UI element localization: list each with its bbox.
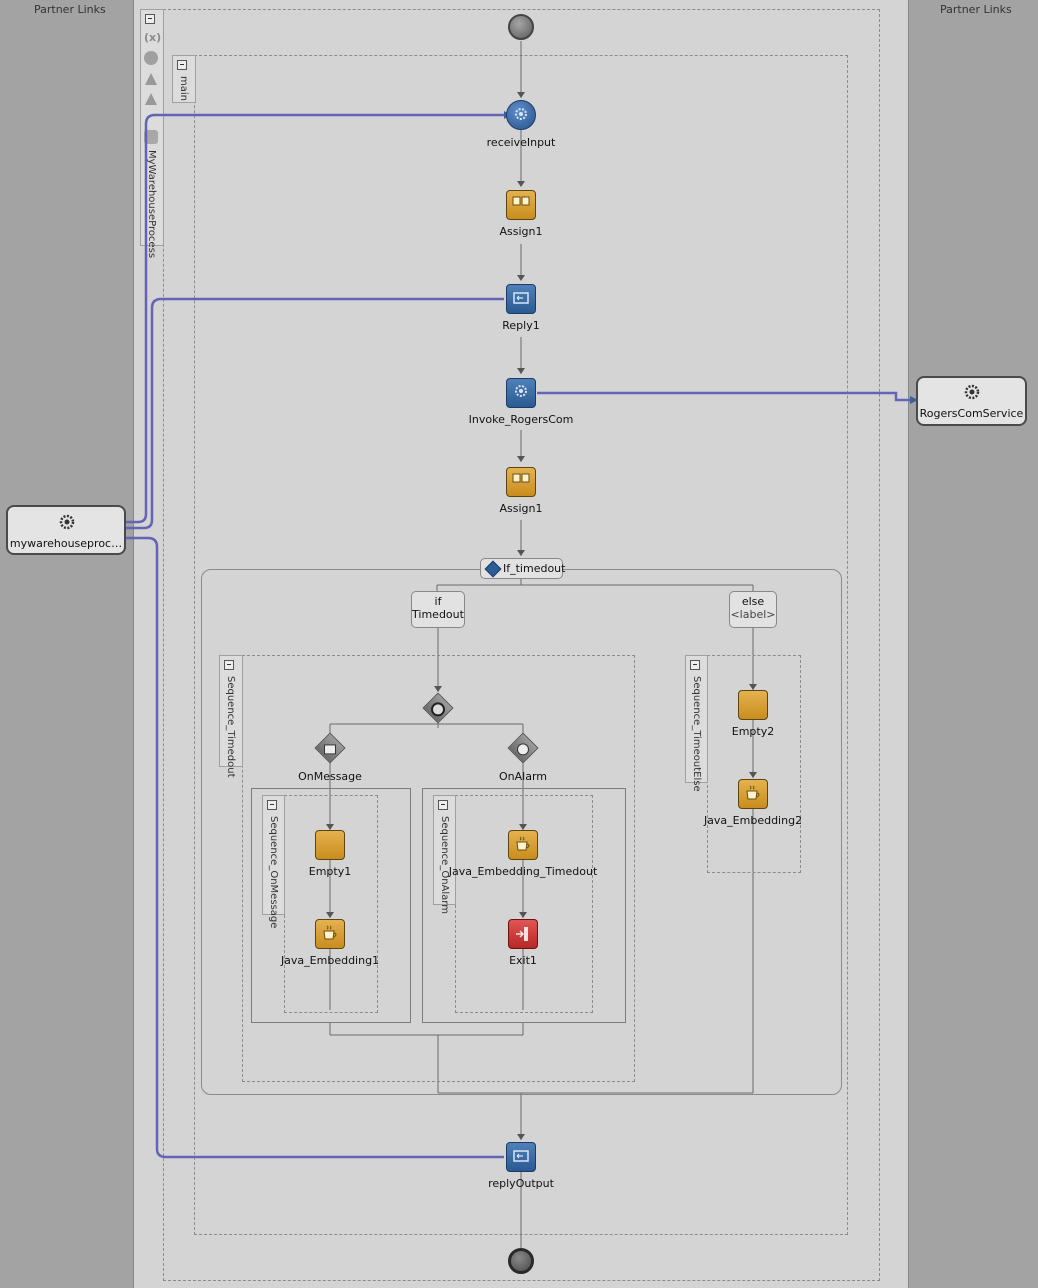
reply-icon	[513, 292, 529, 304]
java-cup-icon	[516, 836, 530, 851]
assign1-activity[interactable]	[506, 190, 536, 220]
exit-icon	[516, 927, 528, 941]
variables-icon[interactable]: (x)	[144, 31, 161, 45]
gear-icon	[964, 384, 980, 400]
mywarehouse-partner-link[interactable]: mywarehouseproc…	[6, 505, 126, 555]
if-branch[interactable]: if Timedout	[411, 591, 465, 628]
collapse-icon[interactable]	[177, 60, 187, 70]
correlation-icon[interactable]	[144, 51, 158, 65]
collapse-icon[interactable]	[145, 14, 155, 24]
assign-icon	[512, 473, 530, 483]
reply1-activity[interactable]	[506, 284, 536, 314]
assign-icon	[512, 196, 530, 206]
left-partner-lane	[0, 0, 133, 1288]
exit1-label: Exit1	[509, 954, 537, 967]
sequence-timeout-else-label: Sequence_TimeoutElse	[691, 676, 702, 792]
receive-input-activity[interactable]	[506, 100, 536, 130]
reply-icon	[513, 1150, 529, 1162]
gear-icon	[59, 514, 75, 530]
assign2-label: Assign1	[499, 502, 543, 515]
if-branch-condition: Timedout	[412, 608, 464, 621]
sequence-onalarm	[455, 795, 593, 1013]
on-alarm-label: OnAlarm	[499, 770, 547, 783]
java-embedding-timeout-activity[interactable]	[508, 830, 538, 860]
gear-icon	[515, 108, 527, 120]
main-scope-label: main	[178, 76, 189, 101]
else-branch[interactable]: else <label>	[729, 591, 777, 628]
right-partner-lane	[908, 0, 1038, 1288]
on-message-label: OnMessage	[298, 770, 362, 783]
empty2-activity[interactable]	[738, 690, 768, 720]
assign1-label: Assign1	[499, 225, 543, 238]
if-branch-keyword: if	[434, 595, 442, 608]
if-timedout-label: If_timedout	[503, 562, 566, 575]
invoke-rogerscom-label: Invoke_RogersCom	[468, 413, 574, 426]
empty1-label: Empty1	[308, 865, 352, 878]
warning-triangle	[145, 73, 157, 85]
reply-output-label: replyOutput	[488, 1177, 554, 1190]
java-embedding2-label: Java_Embedding2	[703, 814, 803, 827]
java-embedding-timeout-label: Java_Embedding_Timedout	[448, 865, 598, 878]
reply-output-activity[interactable]	[506, 1142, 536, 1172]
collapse-icon[interactable]	[267, 800, 277, 810]
collapse-icon[interactable]	[690, 660, 700, 670]
collapse-icon[interactable]	[224, 660, 234, 670]
envelope-shape	[324, 744, 336, 755]
sequence-onmessage-label: Sequence_OnMessage	[268, 816, 279, 929]
if-timedout-header[interactable]: If_timedout	[480, 558, 566, 579]
java-embedding2-activity[interactable]	[738, 779, 768, 809]
invoke-rogerscom-activity[interactable]	[506, 378, 536, 408]
fault-triangle	[145, 93, 157, 105]
else-branch-keyword: else	[741, 595, 765, 608]
end-node-icon[interactable]	[508, 1248, 534, 1274]
gear-icon	[515, 385, 527, 397]
if-diamond-icon	[484, 560, 502, 578]
mywarehouse-partner-label: mywarehouseproc…	[9, 537, 123, 550]
java-cup-icon	[323, 925, 337, 940]
sequence-timeout-else	[707, 655, 801, 873]
sequence-onmessage	[284, 795, 378, 1013]
process-name-label: MyWarehouseProcess	[146, 150, 157, 259]
java-embedding1-activity[interactable]	[315, 919, 345, 949]
exit1-activity[interactable]	[508, 919, 538, 949]
clock-shape	[514, 740, 532, 758]
rogerscom-partner-link[interactable]: RogersComService	[916, 376, 1027, 426]
warning-icon[interactable]	[144, 71, 158, 85]
left-partner-links-title: Partner Links	[34, 3, 106, 16]
fault-icon[interactable]	[144, 91, 158, 105]
receive-input-label: receiveInput	[486, 136, 556, 149]
rogerscom-partner-label: RogersComService	[919, 407, 1024, 420]
collapse-icon[interactable]	[438, 800, 448, 810]
assign2-activity[interactable]	[506, 467, 536, 497]
else-branch-label: <label>	[730, 608, 776, 621]
start-node-icon[interactable]	[508, 14, 534, 40]
empty1-activity[interactable]	[315, 830, 345, 860]
pick-circle	[428, 699, 448, 720]
event-handler-icon[interactable]	[144, 130, 158, 144]
java-cup-icon	[746, 785, 760, 800]
right-partner-links-title: Partner Links	[940, 3, 1012, 16]
empty2-label: Empty2	[731, 725, 775, 738]
java-embedding1-label: Java_Embedding1	[280, 954, 380, 967]
reply1-label: Reply1	[502, 319, 540, 332]
sequence-timedout-label: Sequence_Timedout	[225, 676, 236, 778]
